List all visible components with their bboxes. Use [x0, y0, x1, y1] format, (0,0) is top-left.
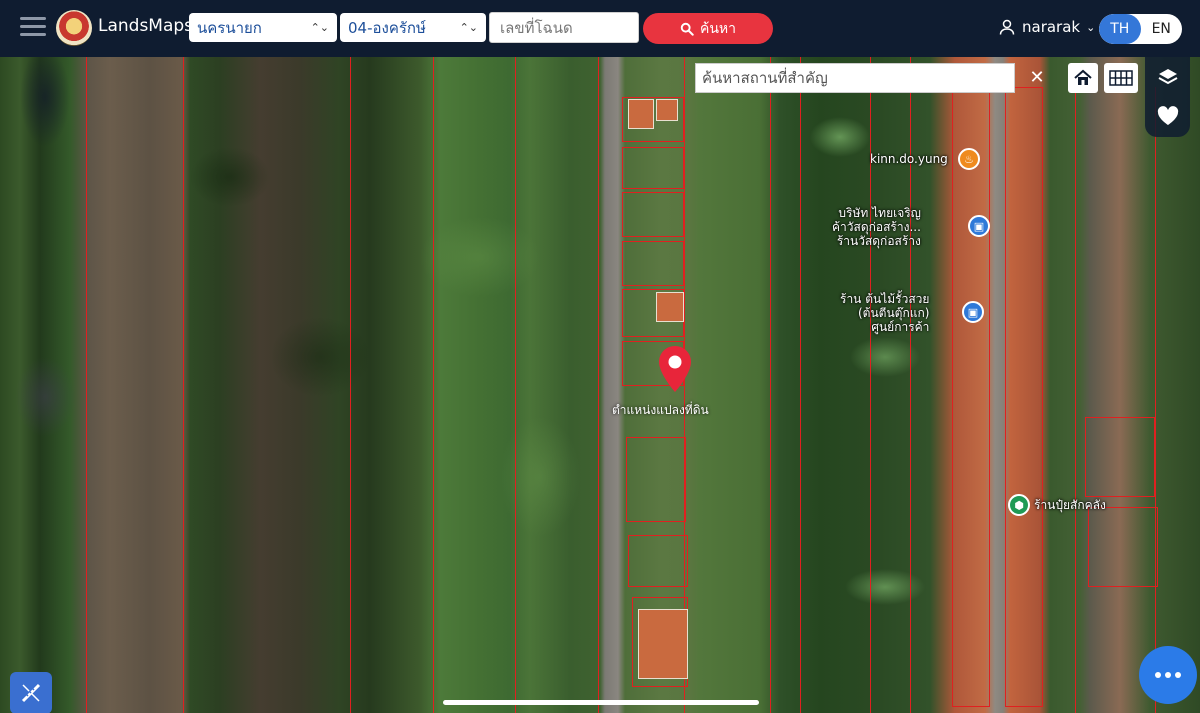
- top-bar: LandsMaps นครนายก ⌃⌄ 04-องครักษ์ ⌃⌄ ค้นห…: [0, 0, 1200, 57]
- parcel[interactable]: [622, 241, 684, 286]
- district-select[interactable]: 04-องครักษ์ ⌃⌄: [340, 13, 486, 42]
- store-icon[interactable]: ⬢: [1008, 494, 1030, 516]
- pin-label: ตำแหน่งแปลงที่ดิน: [612, 403, 709, 417]
- dot-icon: [1175, 672, 1181, 678]
- parcel-boundary: [1075, 87, 1076, 713]
- close-icon[interactable]: ✕: [1022, 63, 1052, 91]
- search-icon: [680, 22, 694, 36]
- app-title: LandsMaps: [98, 16, 194, 36]
- select-arrows-icon: ⌃⌄: [459, 21, 478, 34]
- search-button[interactable]: ค้นหา: [643, 13, 773, 44]
- deed-number-input[interactable]: [489, 12, 639, 43]
- building: [656, 292, 684, 322]
- parcel[interactable]: [622, 192, 684, 237]
- home-button[interactable]: [1068, 63, 1098, 93]
- home-icon: [1074, 69, 1092, 85]
- poi-label[interactable]: ร้านปุ๋ยสักคลัง: [1034, 498, 1106, 513]
- parcel[interactable]: [626, 437, 686, 522]
- poi-label[interactable]: kinn.do.yung: [870, 152, 948, 167]
- username: nararak: [1022, 18, 1081, 36]
- chevron-down-icon: ⌄: [1086, 20, 1096, 34]
- satellite-map[interactable]: ตำแหน่งแปลงที่ดิน kinn.do.yung ♨ บริษัท …: [0, 57, 1200, 713]
- select-arrows-icon: ⌃⌄: [310, 21, 329, 34]
- parcel-boundary: [800, 57, 801, 713]
- parcel-boundary: [183, 57, 184, 713]
- heart-icon: [1157, 106, 1179, 125]
- layers-button[interactable]: [1153, 62, 1183, 92]
- language-toggle: TH EN: [1099, 14, 1182, 44]
- building: [638, 609, 688, 679]
- layers-icon: [1158, 69, 1178, 85]
- province-value: นครนายก: [197, 18, 262, 37]
- poi-label[interactable]: ร้าน ต้นไม้รั้วสวย (ต้นตีนตุ๊กแก) ศูนย์ก…: [840, 292, 929, 334]
- user-menu[interactable]: nararak ⌄: [998, 18, 1095, 36]
- ruler-icon: [21, 683, 41, 703]
- parcel[interactable]: [622, 147, 684, 189]
- parcel-boundary: [1155, 87, 1156, 713]
- parcel-column: [1005, 87, 1043, 707]
- grid-button[interactable]: [1104, 63, 1138, 93]
- user-icon: [999, 19, 1015, 35]
- dot-icon: [1155, 672, 1161, 678]
- department-of-lands-logo[interactable]: [56, 10, 92, 46]
- search-button-label: ค้นหา: [699, 20, 737, 37]
- parcel-boundary: [350, 57, 351, 713]
- parcel[interactable]: [628, 535, 688, 587]
- poi-label[interactable]: บริษัท ไทยเจริญ ค้าวัสดุก่อสร้าง... ร้าน…: [832, 206, 921, 248]
- province-select[interactable]: นครนายก ⌃⌄: [189, 13, 337, 42]
- hamburger-menu-icon[interactable]: [20, 17, 46, 39]
- parcel-column: [952, 87, 990, 707]
- shop-icon[interactable]: ▣: [962, 301, 984, 323]
- dot-icon: [1165, 672, 1171, 678]
- parcel[interactable]: [1088, 507, 1158, 587]
- building: [628, 99, 654, 129]
- parcel-boundary: [433, 57, 434, 713]
- district-value: 04-องครักษ์: [348, 18, 426, 37]
- parcel-boundary: [598, 57, 599, 713]
- favorites-button[interactable]: [1153, 101, 1183, 131]
- parcel-boundary: [86, 57, 87, 713]
- app-root: { "header": { "brand": "LandsMaps", "pro…: [0, 0, 1200, 713]
- measure-tool-button[interactable]: [10, 672, 52, 713]
- home-indicator: [443, 700, 759, 705]
- location-pin-icon[interactable]: [656, 344, 694, 394]
- building: [656, 99, 678, 121]
- shop-icon[interactable]: ▣: [968, 215, 990, 237]
- more-options-button[interactable]: [1139, 646, 1197, 704]
- lang-th-button[interactable]: TH: [1099, 14, 1141, 44]
- restaurant-icon[interactable]: ♨: [958, 148, 980, 170]
- parcel-boundary: [515, 57, 516, 713]
- lang-en-button[interactable]: EN: [1141, 14, 1183, 44]
- parcel-boundary: [770, 57, 771, 713]
- grid-icon: [1109, 70, 1133, 86]
- place-search-input[interactable]: [695, 63, 1015, 93]
- parcel[interactable]: [1085, 417, 1155, 497]
